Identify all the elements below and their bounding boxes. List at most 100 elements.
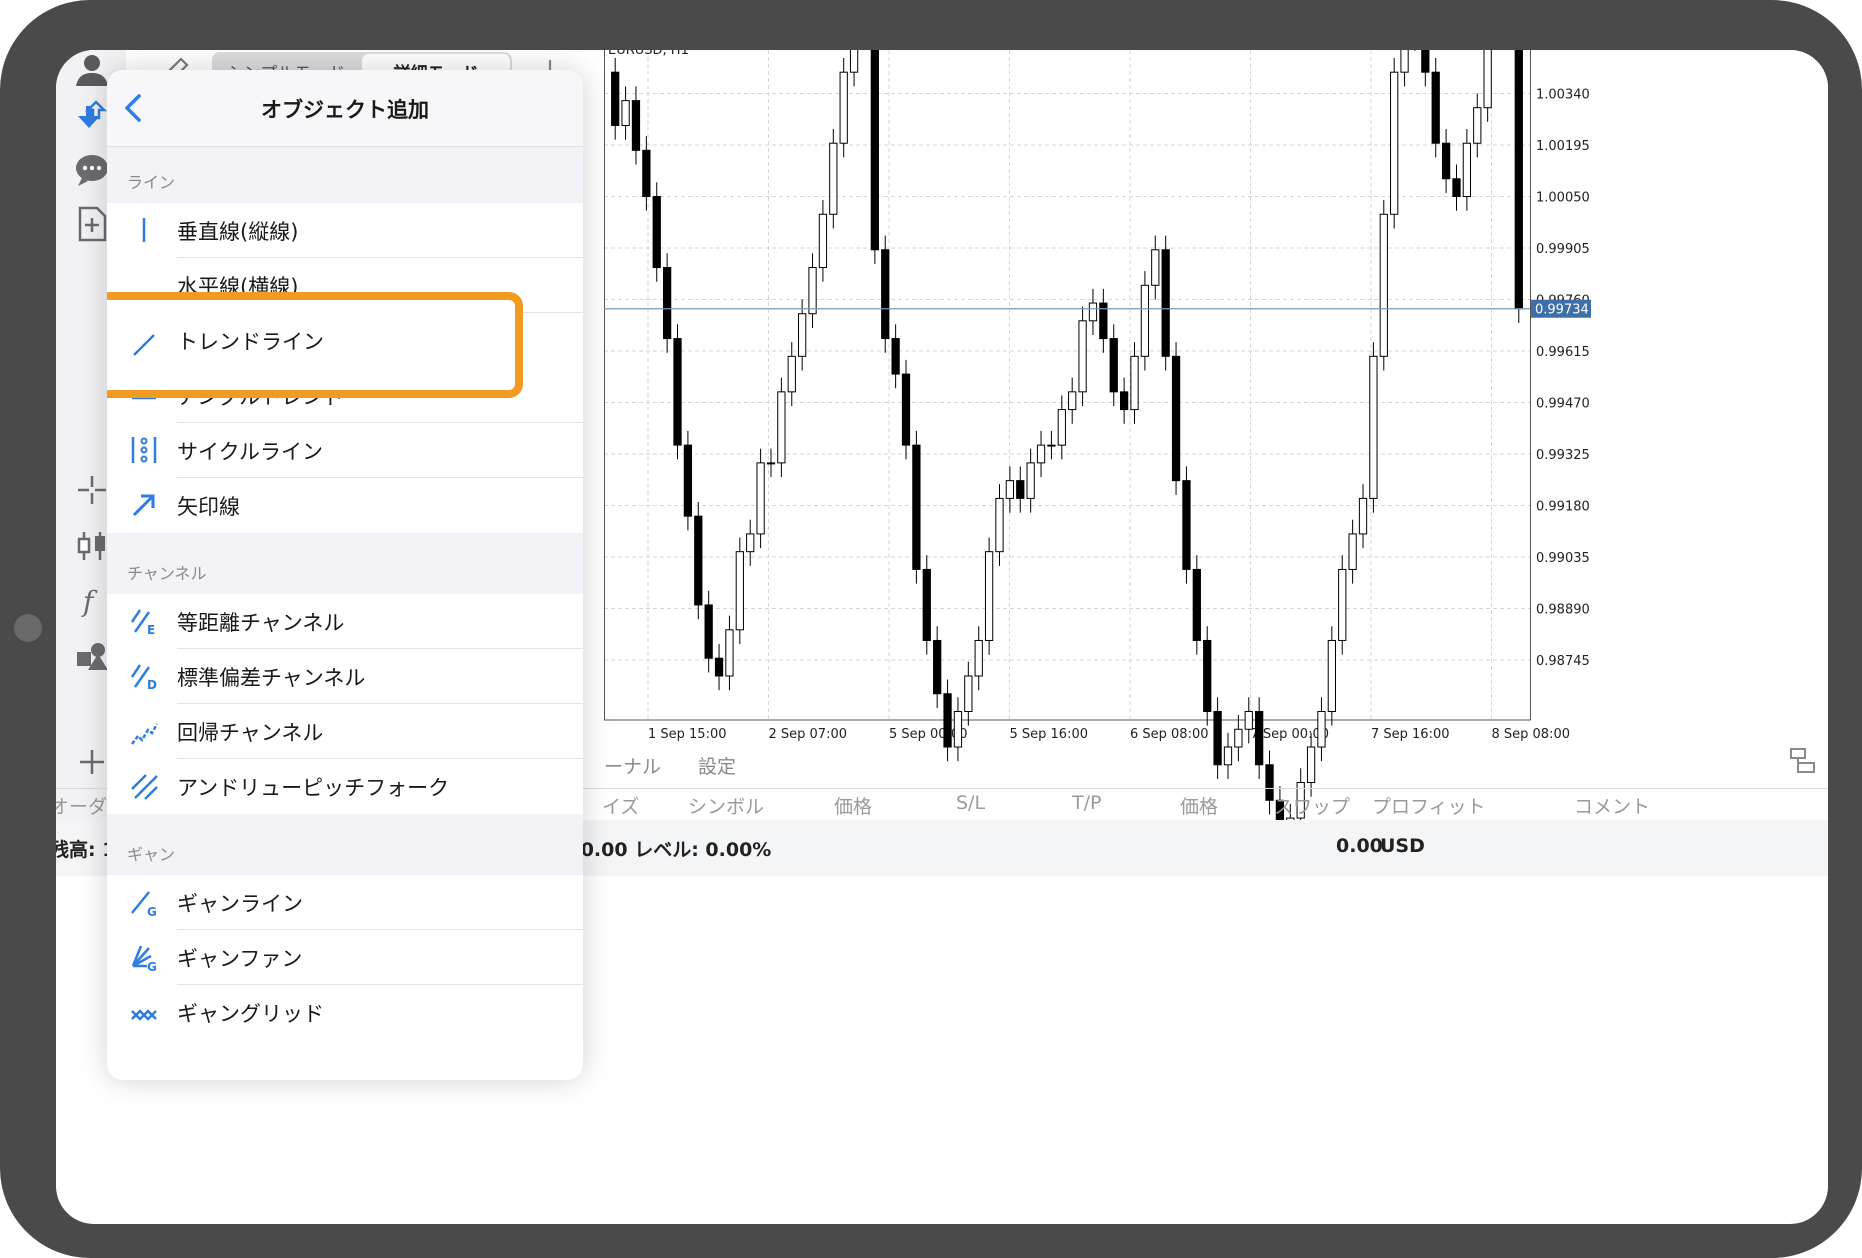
layout-icon[interactable] bbox=[1788, 746, 1818, 776]
candle-body bbox=[1317, 711, 1326, 748]
candle-body bbox=[1140, 284, 1150, 357]
item-andrews-pitchfork[interactable]: アンドリューピッチフォーク bbox=[107, 759, 583, 814]
tablet-frame: f H1 シンプルモード 詳細モード 1.004851.003401.00195… bbox=[0, 0, 1862, 1258]
price-label: 0.99325 bbox=[1536, 448, 1590, 463]
section-gann: ギャン bbox=[107, 814, 583, 875]
cycle-line-icon bbox=[131, 437, 157, 463]
col-price: 価格 bbox=[834, 796, 873, 818]
candle-body bbox=[1223, 746, 1233, 766]
section-lines: ライン bbox=[107, 147, 583, 203]
candle-body bbox=[725, 629, 734, 677]
candle-body bbox=[735, 551, 744, 631]
candle-body bbox=[1088, 302, 1098, 322]
col-tp: T/P bbox=[1072, 792, 1102, 814]
time-label: 1 Sep 15:00 bbox=[648, 727, 727, 742]
time-label: 2 Sep 07:00 bbox=[769, 727, 848, 742]
item-vertical-line[interactable]: 垂直線(縦線) bbox=[107, 203, 583, 258]
price-label: 0.99470 bbox=[1536, 397, 1590, 412]
candle-body bbox=[1036, 444, 1046, 464]
candle-body bbox=[611, 71, 620, 126]
add-object-panel: オブジェクト追加 ライン 垂直線(縦線) 水平線(横線) アングルトレンド サイ… bbox=[107, 70, 583, 1080]
item-regression-channel[interactable]: 回帰チャンネル bbox=[107, 704, 583, 759]
candle-body bbox=[1068, 391, 1077, 411]
tab-settings[interactable]: 設定 bbox=[698, 752, 736, 779]
tab-journal[interactable]: ーナル bbox=[604, 752, 661, 779]
candlestick-chart[interactable]: 1.00485 1.00340 1.00195 1.00050 0.99905 0.997… bbox=[534, 50, 1828, 868]
chart-title: EURUSD, H1 bbox=[608, 50, 689, 58]
price-label: 0.99905 bbox=[1536, 242, 1590, 257]
item-label: アンドリューピッチフォーク bbox=[177, 776, 450, 800]
price-chart[interactable]: 1.00485 1.00340 1.00195 1.00050 0.99905 0.997… bbox=[534, 50, 1828, 868]
candle-body bbox=[1431, 71, 1440, 144]
item-label: 矢印線 bbox=[177, 495, 240, 519]
candle-body bbox=[714, 657, 724, 677]
item-gann-fan[interactable]: G ギャンファン bbox=[107, 930, 583, 985]
item-gann-grid[interactable]: ギャングリッド bbox=[107, 985, 583, 1040]
candle-body bbox=[1182, 480, 1191, 570]
svg-text:D: D bbox=[147, 678, 157, 691]
candle-body bbox=[1514, 50, 1523, 310]
candle-body bbox=[891, 338, 900, 375]
time-label: 7 Sep 16:00 bbox=[1371, 727, 1450, 742]
candle-body bbox=[1109, 338, 1118, 393]
candle-body bbox=[1016, 480, 1025, 499]
candle-body bbox=[1327, 639, 1336, 712]
panel-header: オブジェクト追加 bbox=[107, 70, 583, 147]
price-label: 0.99180 bbox=[1536, 500, 1590, 515]
item-cycle-line[interactable]: サイクルライン bbox=[107, 423, 583, 478]
trend-line-icon bbox=[133, 334, 155, 356]
stddev-channel-icon: D bbox=[130, 664, 157, 691]
item-label: 垂直線(縦線) bbox=[177, 220, 299, 244]
col-sl: S/L bbox=[956, 792, 986, 814]
candle-body bbox=[1369, 355, 1378, 499]
gann-fan-icon: G bbox=[131, 945, 157, 972]
candle-body bbox=[953, 711, 963, 748]
svg-text:G: G bbox=[147, 960, 157, 972]
candle-body bbox=[777, 391, 786, 464]
svg-text:E: E bbox=[147, 623, 155, 636]
item-stddev-channel[interactable]: D 標準偏差チャンネル bbox=[107, 649, 583, 704]
candle-body bbox=[694, 515, 703, 606]
candle-body bbox=[652, 196, 661, 269]
candle-body bbox=[673, 338, 682, 446]
candle-body bbox=[1161, 249, 1170, 357]
candle-body bbox=[1047, 444, 1056, 447]
gann-line-icon: G bbox=[131, 891, 157, 917]
candle-body bbox=[642, 149, 651, 197]
candle-body bbox=[984, 551, 994, 641]
candle-body bbox=[787, 355, 796, 393]
candle-body bbox=[798, 313, 807, 357]
candle-body bbox=[662, 267, 672, 340]
price-label: 0.98890 bbox=[1536, 603, 1590, 618]
camera bbox=[14, 614, 42, 642]
candle-body bbox=[922, 568, 931, 641]
currency: USD bbox=[1380, 835, 1425, 857]
candle-body bbox=[1379, 213, 1388, 357]
highlight-trend-line[interactable]: トレンドライン bbox=[107, 292, 523, 398]
vertical-line-icon bbox=[142, 218, 146, 242]
item-equidistant-channel[interactable]: E 等距離チャンネル bbox=[107, 594, 583, 649]
candle-body bbox=[1005, 480, 1015, 499]
candle-body bbox=[1234, 728, 1243, 748]
candle-body bbox=[974, 639, 983, 677]
candle-body bbox=[631, 100, 641, 151]
candle-body bbox=[1265, 764, 1274, 801]
price-label: 0.99035 bbox=[1536, 551, 1590, 566]
candle-body bbox=[901, 373, 911, 446]
candle-body bbox=[1130, 355, 1139, 411]
section-channels-label: チャンネル bbox=[127, 564, 207, 583]
time-label: 6 Sep 08:00 bbox=[1130, 727, 1209, 742]
price-label: 1.00050 bbox=[1536, 191, 1590, 206]
candle-body bbox=[1348, 533, 1357, 570]
item-arrow-line[interactable]: 矢印線 bbox=[107, 478, 583, 533]
candle-body bbox=[964, 675, 973, 713]
candle-body bbox=[881, 249, 890, 340]
pitchfork-icon bbox=[131, 774, 158, 800]
candle-body bbox=[1441, 142, 1451, 180]
regression-channel-icon bbox=[131, 723, 159, 745]
screen: f H1 シンプルモード 詳細モード 1.004851.003401.00195… bbox=[56, 50, 1828, 1224]
candle-body bbox=[1119, 391, 1129, 411]
candle-body bbox=[1390, 71, 1399, 215]
item-gann-line[interactable]: G ギャンライン bbox=[107, 875, 583, 930]
candle-body bbox=[818, 213, 828, 269]
